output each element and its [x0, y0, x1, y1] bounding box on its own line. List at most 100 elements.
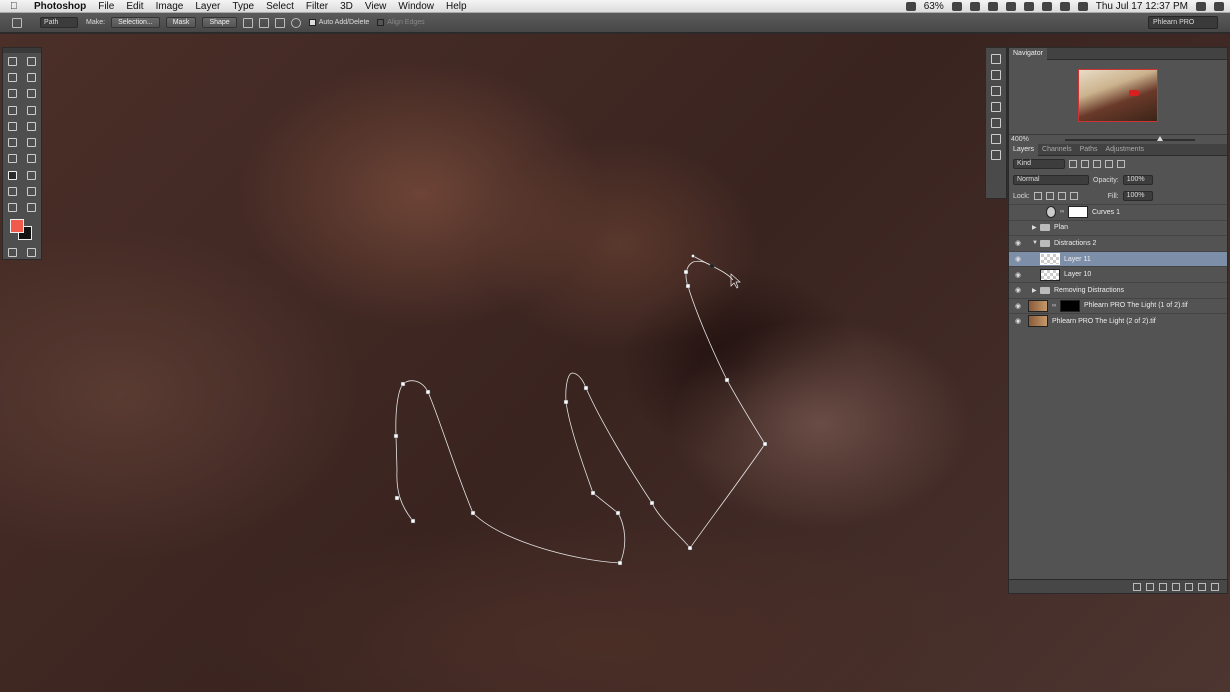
- filter-adjustment-icon[interactable]: [1081, 160, 1089, 168]
- zoom-slider-knob[interactable]: [1157, 135, 1163, 141]
- pen-tool-active-icon[interactable]: [8, 170, 17, 180]
- healing-brush-tool-icon[interactable]: [8, 105, 17, 115]
- menu-edit[interactable]: Edit: [126, 1, 143, 12]
- blur-tool-icon[interactable]: [8, 154, 17, 164]
- make-selection-button[interactable]: Selection...: [111, 17, 160, 28]
- notification-center-icon[interactable]: [1214, 2, 1224, 11]
- align-edges-checkbox[interactable]: [377, 19, 385, 26]
- navigator-zoom-value[interactable]: 400%: [1011, 136, 1029, 143]
- move-tool-icon[interactable]: [27, 56, 36, 66]
- workspace-select[interactable]: Phlearn PRO: [1148, 16, 1218, 29]
- layer-row[interactable]: ◉ Phlearn PRO The Light (2 of 2).tif: [1009, 313, 1227, 329]
- paragraph-panel-icon[interactable]: [991, 150, 1001, 160]
- link-layers-icon[interactable]: [1133, 582, 1141, 591]
- layer-row[interactable]: ◉ ▶ Removing Distractions: [1009, 281, 1227, 298]
- clone-stamp-tool-icon[interactable]: [8, 121, 17, 131]
- layer-thumbnail[interactable]: [1028, 315, 1048, 328]
- visibility-toggle-icon[interactable]: ◉: [1012, 302, 1024, 310]
- volume-icon[interactable]: [1059, 2, 1070, 11]
- spotlight-search-icon[interactable]: [1196, 2, 1206, 11]
- visibility-toggle-icon[interactable]: ○: [1012, 224, 1024, 231]
- navigator-thumbnail[interactable]: [1078, 69, 1158, 122]
- trash-icon[interactable]: [1211, 582, 1219, 591]
- marquee-tool-icon[interactable]: [8, 56, 17, 66]
- menu-filter[interactable]: Filter: [306, 1, 328, 12]
- eraser-tool-icon[interactable]: [8, 138, 17, 148]
- actions-panel-icon[interactable]: [991, 102, 1001, 112]
- wifi-icon[interactable]: [1041, 2, 1052, 11]
- layer-name[interactable]: Phlearn PRO The Light (2 of 2).tif: [1052, 318, 1156, 325]
- lock-pixels-icon[interactable]: [1045, 192, 1054, 200]
- layer-name[interactable]: Removing Distractions: [1054, 287, 1124, 294]
- lock-position-icon[interactable]: [1057, 192, 1066, 200]
- clock[interactable]: Thu Jul 17 12:37 PM: [1096, 1, 1188, 12]
- tab-adjustments[interactable]: Adjustments: [1102, 144, 1149, 156]
- layer-row[interactable]: ○ ∞ Curves 1: [1009, 204, 1227, 220]
- path-operations-icon[interactable]: [242, 17, 253, 28]
- bluetooth-icon[interactable]: [987, 2, 998, 11]
- new-layer-icon[interactable]: [1198, 582, 1206, 591]
- menu-file[interactable]: File: [98, 1, 114, 12]
- view-box[interactable]: [1129, 90, 1139, 96]
- screen-mode-icon[interactable]: [27, 247, 36, 257]
- menu-window[interactable]: Window: [398, 1, 434, 12]
- properties-panel-icon[interactable]: [991, 70, 1001, 80]
- path-alignment-icon[interactable]: [258, 17, 269, 28]
- history-brush-tool-icon[interactable]: [27, 121, 36, 131]
- tab-layers[interactable]: Layers: [1009, 143, 1039, 156]
- keyboard-icon[interactable]: [1077, 2, 1088, 11]
- brush-tool-icon[interactable]: [27, 105, 36, 115]
- path-arrangement-icon[interactable]: [274, 17, 285, 28]
- pen-tool-icon[interactable]: [12, 17, 22, 28]
- gear-icon[interactable]: [290, 17, 301, 28]
- visibility-toggle-icon[interactable]: ◉: [1012, 271, 1024, 279]
- opacity-field[interactable]: 100%: [1122, 175, 1153, 185]
- layer-row[interactable]: ◉ ▼ Distractions 2: [1009, 235, 1227, 251]
- gradient-tool-icon[interactable]: [27, 138, 36, 148]
- tab-navigator[interactable]: Navigator: [1009, 47, 1047, 60]
- battery-icon[interactable]: [951, 2, 962, 11]
- menu-layer[interactable]: Layer: [195, 1, 220, 12]
- navigator-zoom-slider[interactable]: [1065, 135, 1195, 141]
- new-group-icon[interactable]: [1185, 582, 1193, 591]
- add-mask-icon[interactable]: [1159, 582, 1167, 591]
- record-icon[interactable]: [905, 2, 916, 11]
- quick-mask-icon[interactable]: [8, 247, 17, 257]
- lock-all-icon[interactable]: [1069, 192, 1078, 200]
- dodge-tool-icon[interactable]: [27, 154, 36, 164]
- tool-presets-panel-icon[interactable]: [991, 118, 1001, 128]
- visibility-toggle-icon[interactable]: ◉: [1012, 317, 1024, 325]
- filter-type-icon[interactable]: [1093, 160, 1101, 168]
- time-machine-icon[interactable]: [1023, 2, 1034, 11]
- crop-tool-icon[interactable]: [8, 89, 17, 99]
- visibility-toggle-icon[interactable]: ○: [1012, 209, 1024, 216]
- display-icon[interactable]: [1005, 2, 1016, 11]
- layer-name[interactable]: Layer 11: [1064, 256, 1091, 263]
- new-adjustment-icon[interactable]: [1172, 582, 1180, 591]
- layer-filter-kind-select[interactable]: Kind: [1013, 159, 1065, 169]
- menu-help[interactable]: Help: [446, 1, 467, 12]
- lasso-tool-icon[interactable]: [8, 72, 17, 82]
- zoom-tool-icon[interactable]: [27, 203, 36, 213]
- rectangle-tool-icon[interactable]: [27, 187, 36, 197]
- path-selection-tool-icon[interactable]: [8, 187, 17, 197]
- collapse-arrow-icon[interactable]: ▼: [1032, 240, 1040, 246]
- layer-row-selected[interactable]: ◉ Layer 11: [1009, 250, 1227, 267]
- menu-select[interactable]: Select: [266, 1, 294, 12]
- layer-row[interactable]: ◉ Layer 10: [1009, 266, 1227, 282]
- layer-mask-thumbnail[interactable]: [1068, 206, 1088, 219]
- filter-smart-object-icon[interactable]: [1117, 160, 1125, 168]
- hand-tool-icon[interactable]: [8, 203, 17, 213]
- tab-channels[interactable]: Channels: [1038, 144, 1076, 156]
- layer-name[interactable]: Plan: [1054, 224, 1068, 231]
- layer-row[interactable]: ○ ▶ Plan: [1009, 219, 1227, 236]
- foreground-color-swatch[interactable]: [10, 218, 24, 233]
- layer-thumbnail[interactable]: [1040, 253, 1060, 266]
- visibility-toggle-icon[interactable]: ◉: [1012, 239, 1024, 247]
- character-panel-icon[interactable]: [991, 134, 1001, 144]
- layer-name[interactable]: Distractions 2: [1054, 240, 1096, 247]
- layer-thumbnail[interactable]: [1028, 299, 1048, 312]
- adjustments-panel-icon[interactable]: [991, 86, 1001, 96]
- layer-thumbnail[interactable]: [1040, 268, 1060, 281]
- tool-mode-select[interactable]: Path: [40, 17, 78, 28]
